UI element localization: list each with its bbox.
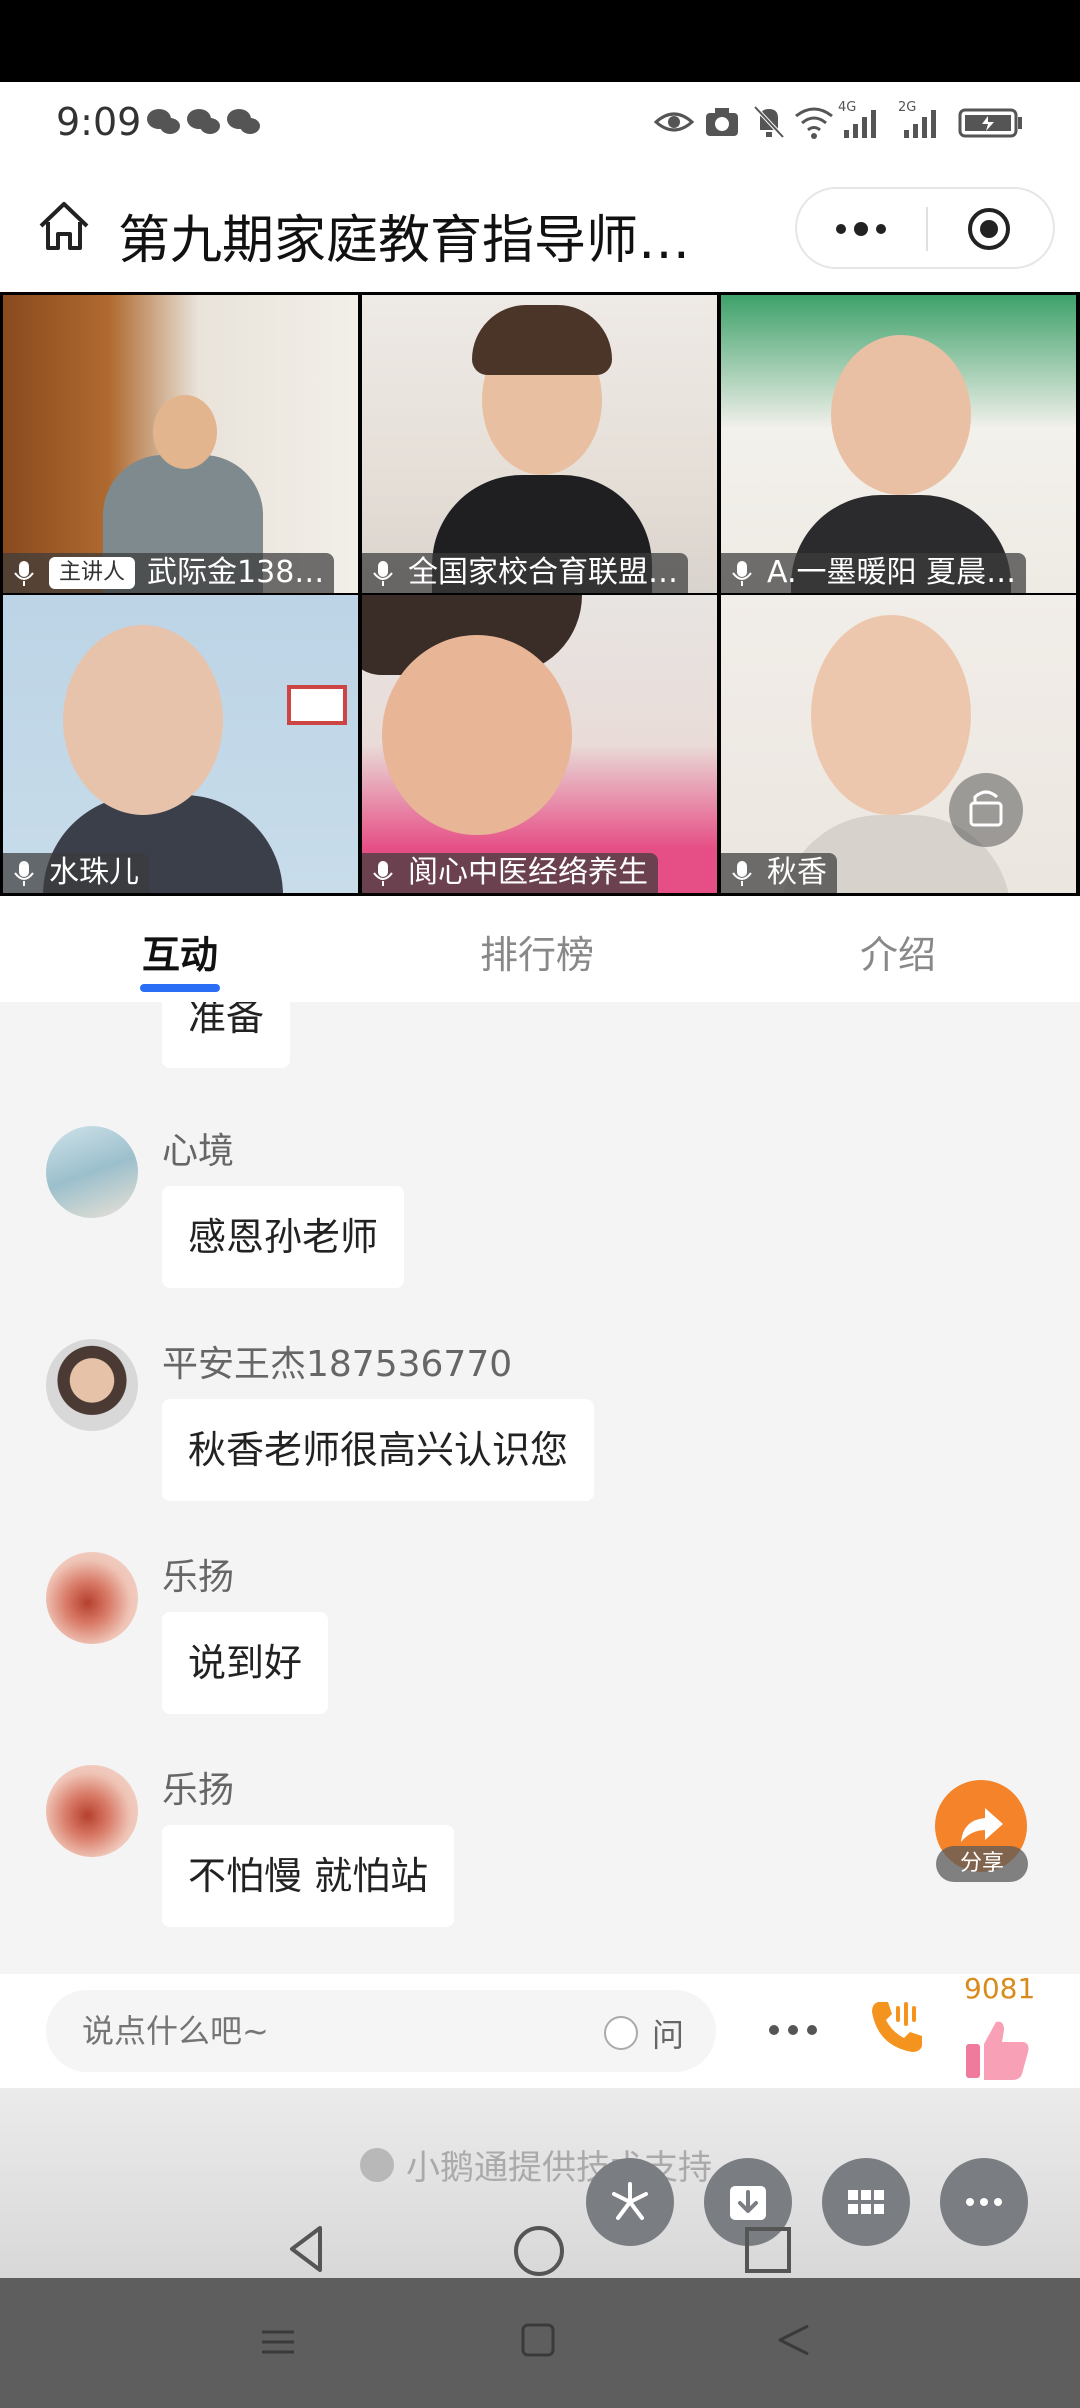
recents-square-icon[interactable] [744,2226,792,2274]
back-icon[interactable] [776,2322,812,2358]
tab-interaction[interactable]: 互动 [142,924,218,979]
mic-icon [732,561,752,586]
mic-icon [14,561,34,586]
capsule-divider [926,207,928,251]
grid-icon [848,2190,884,2214]
page-title: 第九期家庭教育指导师… [118,211,691,271]
video-tile[interactable]: 秋香 [721,595,1076,893]
video-tile[interactable]: A.一墨暖阳 夏晨… [721,295,1076,593]
participant-label: 水珠儿 [3,853,149,893]
sender-name: 乐扬 [162,1770,235,1811]
battery-icon [958,108,1022,138]
sender-name: 心境 [162,1131,235,1172]
participant-label: A.一墨暖阳 夏晨… [721,553,1027,593]
sender-name: 平安王杰187536770 [162,1344,513,1385]
video-tile[interactable]: 全国家校合育联盟… [362,295,717,593]
chat-list[interactable]: 准备 心境 感恩孙老师 平安王杰187536770 秋香老师很高兴认识您 乐扬 … [0,1002,1080,1974]
speaker-face [382,635,572,835]
tab-ranking[interactable]: 排行榜 [480,924,594,979]
more-actions-icon[interactable] [766,2020,820,2040]
status-time: 9:09 [56,100,142,144]
xiaoe-logo-icon [360,2147,394,2182]
video-tile[interactable]: 水珠儿 [3,595,358,893]
mic-icon [732,861,752,886]
rotate-icon [969,790,1003,827]
avatar[interactable] [46,1339,138,1431]
message-bubble: 准备 [162,1002,291,1068]
more-options-icon[interactable] [831,217,891,241]
speaker-face [811,615,971,815]
system-navigation-bar [0,2278,1080,2408]
avatar[interactable] [46,1765,138,1857]
hair [472,305,612,375]
home-icon[interactable] [36,198,92,254]
speaker-face [831,335,971,495]
top-bezel [0,0,1080,82]
speaker-face [63,625,223,815]
participant-name: A.一墨暖阳 夏晨… [767,555,1017,590]
sparkle-icon [612,2182,648,2220]
message-bubble: 不怕慢 就怕站 [162,1825,455,1927]
mic-icon [373,861,393,886]
sender-name: 乐扬 [162,1557,235,1598]
avatar[interactable] [46,1126,138,1218]
video-grid: 主讲人 武际金138… 全国家校合育联盟… A.一墨暖阳 夏晨… 水珠儿 阆心中… [0,292,1080,896]
participant-name: 秋香 [767,855,827,890]
message-bubble: 秋香老师很高兴认识您 [162,1399,595,1501]
host-badge: 主讲人 [49,557,136,589]
home-circle-icon[interactable] [512,2224,566,2278]
participant-name: 阆心中医经络养生 [408,855,648,890]
participant-label: 秋香 [721,853,837,893]
comment-bar: 问 [0,1974,1080,2088]
download-icon [730,2186,766,2220]
signal-icon [844,110,876,138]
wall-picture [287,685,347,725]
share-label[interactable]: 分享 [936,1846,1028,1882]
menu-lines-icon[interactable] [258,2326,298,2358]
mic-icon [14,861,34,886]
message-bubble: 感恩孙老师 [162,1186,405,1288]
like-thumb-icon[interactable] [964,2016,1032,2082]
wechat-notification-icon [227,109,260,134]
signal-icon [904,110,936,138]
camera-icon [706,108,738,136]
avatar[interactable] [46,1552,138,1644]
speaker-face [153,395,217,469]
eye-icon [654,112,694,132]
ask-question-toggle[interactable] [604,2016,638,2050]
tab-bar: 互动 排行榜 介绍 [0,896,1080,1002]
wechat-notification-icon [187,109,220,134]
participant-name: 全国家校合育联盟… [408,555,678,590]
miniprogram-capsule [795,187,1055,269]
like-count: 9081 [964,1972,1036,2005]
tab-indicator [140,984,220,992]
mute-bell-icon [753,105,785,139]
home-square-icon[interactable] [520,2322,556,2358]
video-tile[interactable]: 主讲人 武际金138… [3,295,358,593]
close-miniprogram-icon[interactable] [965,205,1013,253]
mic-icon [373,561,393,586]
participant-name: 水珠儿 [49,855,139,890]
participant-name: 武际金138… [147,555,325,590]
app-navigation-bar [0,2220,1080,2278]
video-tile[interactable]: 阆心中医经络养生 [362,595,717,893]
back-triangle-icon[interactable] [286,2224,326,2274]
tab-introduction[interactable]: 介绍 [860,924,936,979]
participant-label: 阆心中医经络养生 [362,853,658,893]
wechat-notification-icon [147,109,180,134]
rotate-camera-button[interactable] [949,773,1023,847]
title-bar: 第九期家庭教育指导师… [0,160,1080,292]
status-bar: 9:09 4G 2G [0,82,1080,160]
wifi-icon [795,107,833,139]
ask-question-label[interactable]: 问 [652,2010,684,2056]
message-bubble: 说到好 [162,1612,329,1714]
participant-label: 主讲人 武际金138… [3,553,335,593]
call-connect-icon[interactable] [866,1994,930,2058]
participant-label: 全国家校合育联盟… [362,553,688,593]
ellipsis-icon [966,2198,1002,2206]
